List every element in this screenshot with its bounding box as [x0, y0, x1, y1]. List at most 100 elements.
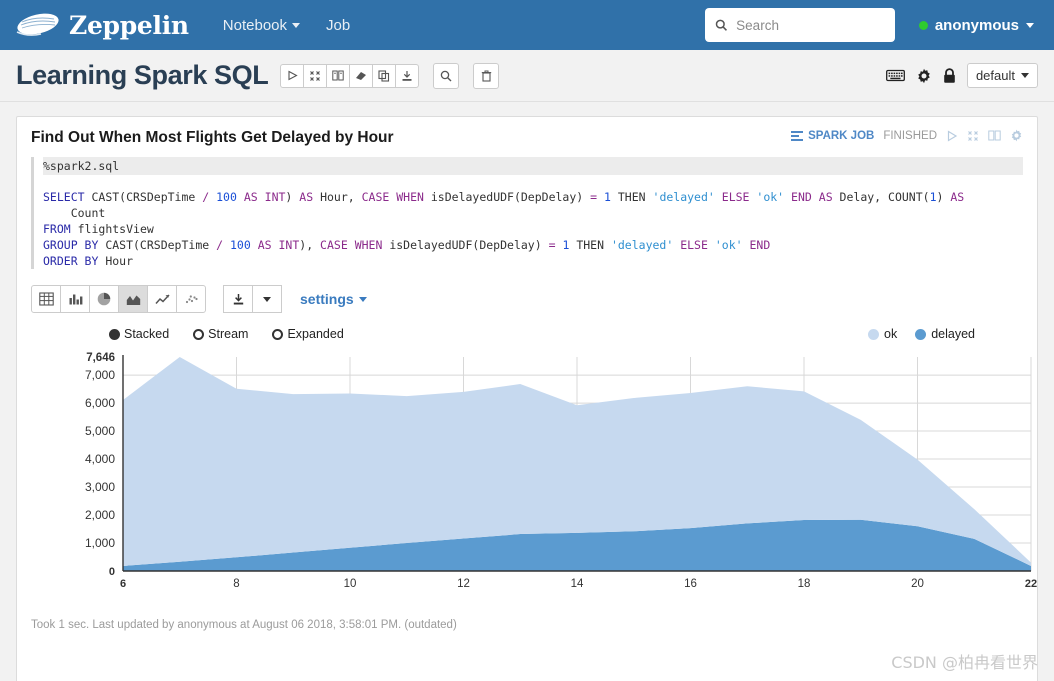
- notebook-settings-group: default: [886, 63, 1038, 88]
- pie-chart-button[interactable]: [89, 285, 119, 313]
- stack-mode-label: Expanded: [287, 327, 344, 341]
- show-hide-code-button[interactable]: [326, 63, 351, 88]
- paragraph-settings-button[interactable]: [1010, 129, 1023, 142]
- book-icon: [988, 130, 1001, 141]
- note-settings-button[interactable]: [916, 68, 932, 84]
- table-icon: [38, 292, 54, 306]
- legend-swatch: [915, 328, 927, 340]
- settings-toggle-label: settings: [300, 291, 354, 307]
- collapse-all-button[interactable]: [303, 63, 328, 88]
- axis-tick-label: 3,000: [85, 480, 115, 494]
- stack-mode-stacked[interactable]: Stacked: [109, 327, 169, 341]
- search-icon: [441, 70, 452, 81]
- search-input[interactable]: [734, 16, 885, 34]
- page-title: Learning Spark SQL: [16, 60, 269, 90]
- scatter-chart-button[interactable]: [176, 285, 206, 313]
- spark-job-label: SPARK JOB: [808, 129, 875, 142]
- gear-icon: [1011, 129, 1022, 142]
- line-chart-button[interactable]: [147, 285, 177, 313]
- nav-item-notebook[interactable]: Notebook: [223, 17, 301, 34]
- chevron-down-icon: [292, 22, 301, 28]
- table-chart-button[interactable]: [31, 285, 61, 313]
- watermark: CSDN @柏冉看世界: [891, 653, 1038, 672]
- export-note-button[interactable]: [395, 63, 420, 88]
- status-dot-icon: [918, 20, 928, 30]
- radio-icon: [272, 328, 284, 340]
- radio-icon: [109, 328, 120, 340]
- legend-item-ok[interactable]: ok: [868, 327, 897, 341]
- keyboard-shortcuts-button[interactable]: [886, 69, 905, 82]
- notebook-action-group: [280, 63, 420, 88]
- collapse-icon: [310, 70, 321, 81]
- axis-tick-label: 2,000: [85, 508, 115, 522]
- chevron-down-icon: [263, 296, 271, 302]
- paragraph-book-button[interactable]: [988, 130, 1001, 141]
- chevron-down-icon: [1026, 22, 1034, 28]
- paragraph-footer: Took 1 sec. Last updated by anonymous at…: [31, 619, 457, 631]
- axis-tick-label: 0: [109, 566, 115, 578]
- chart-type-group: [31, 285, 206, 313]
- gear-icon: [918, 68, 930, 83]
- legend-item-delayed[interactable]: delayed: [915, 327, 975, 341]
- zeppelin-logo-icon: [16, 13, 59, 36]
- axis-tick-label: 22: [1025, 578, 1037, 590]
- spark-job-link[interactable]: SPARK JOB: [791, 130, 874, 142]
- stack-mode-stream[interactable]: Stream: [193, 327, 248, 341]
- axis-tick-label: 10: [344, 578, 357, 590]
- trash-icon: [481, 70, 492, 82]
- axis-tick-label: 5,000: [85, 424, 115, 438]
- download-format-dropdown[interactable]: [252, 285, 282, 313]
- run-all-button[interactable]: [280, 63, 305, 88]
- stack-mode-label: Stream: [208, 327, 249, 341]
- stack-mode-expanded[interactable]: Expanded: [272, 327, 344, 341]
- play-icon: [288, 70, 298, 81]
- collapse-icon: [968, 130, 978, 141]
- paragraph-collapse-button[interactable]: [967, 130, 979, 142]
- settings-toggle[interactable]: settings: [300, 291, 367, 307]
- user-menu[interactable]: anonymous: [918, 16, 1034, 34]
- paragraph-title: Find Out When Most Flights Get Delayed b…: [31, 129, 394, 146]
- area-chart-button[interactable]: [118, 285, 148, 313]
- chevron-down-icon: [1021, 73, 1029, 78]
- clear-output-button[interactable]: [349, 63, 374, 88]
- axis-tick-label: 6,000: [85, 396, 115, 410]
- keyboard-icon: [886, 69, 905, 82]
- search-icon: [715, 19, 727, 31]
- axis-tick-label: 7,000: [85, 368, 115, 382]
- paragraph-run-button[interactable]: [946, 129, 958, 142]
- paragraph-header: Find Out When Most Flights Get Delayed b…: [31, 129, 1023, 147]
- legend-swatch: [868, 328, 879, 340]
- download-icon: [402, 70, 412, 81]
- axis-tick-label: 1,000: [85, 536, 115, 550]
- nav-item-job[interactable]: Job: [326, 17, 350, 34]
- code-editor[interactable]: %spark2.sql SELECT CAST(CRSDepTime / 100…: [31, 157, 1023, 269]
- notebook-search-button[interactable]: [433, 62, 460, 89]
- line-chart-icon: [154, 293, 170, 304]
- chart-legend: ok delayed: [868, 327, 975, 341]
- visualization-toolbar: settings: [31, 285, 1023, 313]
- user-name: anonymous: [934, 16, 1019, 34]
- brand[interactable]: Zeppelin: [14, 10, 189, 40]
- legend-label: ok: [884, 327, 898, 341]
- navbar-right: anonymous: [704, 8, 1040, 42]
- search-box[interactable]: [704, 8, 895, 42]
- interpreter-select[interactable]: default: [966, 63, 1038, 88]
- download-data-button[interactable]: [223, 285, 253, 313]
- area-chart-plot: 0 1,000 2,000 3,000 4,000 5,000 6,000 7,000 7,64…: [85, 352, 1037, 590]
- clone-note-button[interactable]: [372, 63, 397, 88]
- lock-icon: [944, 67, 955, 83]
- bar-chart-button[interactable]: [60, 285, 90, 313]
- chart-container: Stacked Stream Expanded ok delayed 0 1,000 2,…: [31, 327, 1037, 597]
- bars-icon: [791, 130, 804, 141]
- note-permissions-button[interactable]: [943, 67, 956, 84]
- chevron-down-icon: [358, 296, 367, 302]
- top-navbar: Zeppelin Notebook Job anonymous: [0, 0, 1054, 50]
- paragraph-card: Find Out When Most Flights Get Delayed b…: [16, 116, 1038, 681]
- delete-note-button[interactable]: [473, 62, 500, 89]
- paragraph-run-status: FINISHED: [883, 129, 937, 142]
- axis-tick-label: 16: [684, 578, 697, 590]
- area-chart-icon: [126, 295, 140, 305]
- legend-label: delayed: [931, 327, 975, 341]
- brand-text: Zeppelin: [69, 10, 189, 40]
- axis-tick-label: 4,000: [85, 452, 115, 466]
